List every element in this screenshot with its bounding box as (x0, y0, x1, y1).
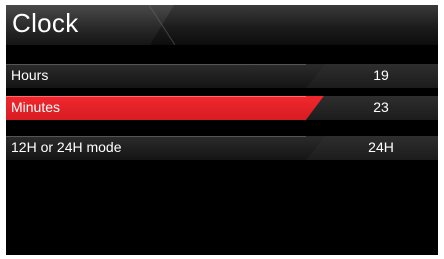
page-title: Clock (12, 8, 79, 38)
settings-row-minutes[interactable]: Minutes 23 (6, 96, 438, 120)
header-tab-divider (149, 5, 175, 45)
minutes-value[interactable]: 23 (324, 99, 438, 115)
settings-row-hours[interactable]: Hours 19 (6, 64, 438, 88)
settings-row-time-mode[interactable]: 12H or 24H mode 24H (6, 136, 438, 160)
row-label-background (6, 64, 324, 88)
header-bar: Clock (6, 5, 438, 45)
minutes-label: Minutes (11, 99, 61, 115)
hours-value[interactable]: 19 (324, 67, 438, 83)
clock-settings-screen: Clock Hours 19 Minutes 23 12H or 24H mod… (6, 5, 438, 255)
hours-label: Hours (11, 67, 49, 83)
time-mode-value[interactable]: 24H (324, 139, 438, 155)
time-mode-label: 12H or 24H mode (11, 139, 122, 155)
